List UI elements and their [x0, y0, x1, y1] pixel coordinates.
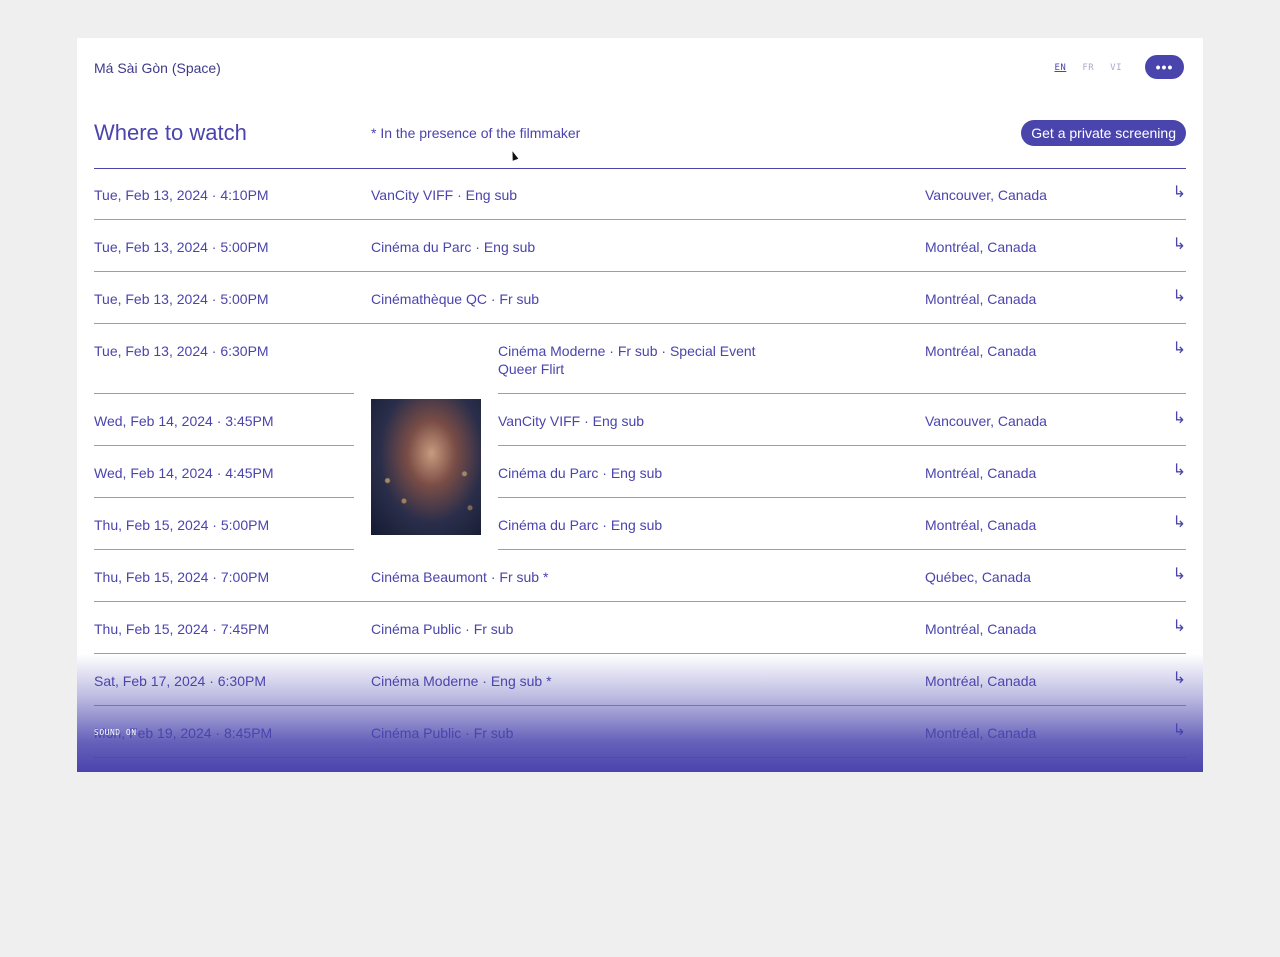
arrow-link-icon[interactable]: ↳: [1173, 670, 1186, 688]
screening-venue-line: Cinéma du Parc · Eng sub: [498, 517, 663, 533]
screening-city: Montréal, Canada: [925, 465, 1037, 481]
screening-venue: Cinéma Moderne · Fr sub · Special Event Q…: [498, 342, 756, 378]
arrow-link-icon[interactable]: ↳: [1173, 340, 1186, 358]
screening-date: Sat, Feb 17, 2024 · 6:30PM: [94, 673, 266, 689]
screening-row[interactable]: Tue, Feb 13, 2024 · 5:00PM Cinéma du Parc…: [94, 220, 1186, 272]
screening-venue-line: VanCity VIFF · Eng sub: [371, 187, 518, 203]
screening-venue: Cinéma Public · Fr sub: [371, 724, 513, 742]
screening-venue: Cinéma du Parc · Eng sub: [498, 516, 662, 534]
screening-venue: VanCity VIFF · Eng sub: [498, 412, 644, 430]
screening-venue: Cinéma du Parc · Eng sub: [498, 464, 662, 482]
screening-venue-line: Cinéma Moderne · Eng sub *: [371, 673, 552, 689]
screening-row[interactable]: Wed, Feb 14, 2024 · 4:45PM Cinéma du Parc…: [94, 446, 1186, 498]
screening-row[interactable]: Thu, Feb 15, 2024 · 7:45PM Cinéma Public …: [94, 602, 1186, 654]
screening-city: Montréal, Canada: [925, 673, 1037, 689]
screening-city: Montréal, Canada: [925, 621, 1037, 637]
screening-date: Tue, Feb 13, 2024 · 5:00PM: [94, 291, 269, 307]
screening-date: Thu, Feb 15, 2024 · 7:00PM: [94, 569, 270, 585]
screening-date: Wed, Feb 14, 2024 · 4:45PM: [94, 465, 274, 481]
screening-venue-line: Queer Flirt: [498, 361, 565, 377]
language-vi[interactable]: VI: [1110, 63, 1122, 73]
screening-city: Montréal, Canada: [925, 239, 1037, 255]
sound-toggle[interactable]: SOUND ON: [94, 728, 137, 737]
screening-venue: Cinéma Moderne · Eng sub *: [371, 672, 552, 690]
screening-venue: VanCity VIFF · Eng sub: [371, 186, 517, 204]
arrow-link-icon[interactable]: ↳: [1173, 514, 1186, 532]
screening-city: Vancouver, Canada: [925, 413, 1047, 429]
screening-venue: Cinéma du Parc · Eng sub: [371, 238, 535, 256]
screening-venue-line: Cinéma Public · Fr sub: [371, 725, 514, 741]
language-en[interactable]: EN: [1054, 63, 1066, 73]
screening-date: Wed, Feb 14, 2024 · 3:45PM: [94, 413, 274, 429]
screening-row[interactable]: Tue, Feb 13, 2024 · 4:10PM VanCity VIFF ·…: [94, 168, 1186, 220]
arrow-link-icon[interactable]: ↳: [1173, 462, 1186, 480]
screening-venue-line: Cinéma Beaumont · Fr sub *: [371, 569, 549, 585]
more-menu-button[interactable]: •••: [1145, 55, 1184, 79]
screening-city: Montréal, Canada: [925, 343, 1037, 359]
screenings-card: Má Sài Gòn (Space) EN FR VI ••• Where to…: [77, 38, 1203, 772]
arrow-link-icon[interactable]: ↳: [1173, 236, 1186, 254]
arrow-link-icon[interactable]: ↳: [1173, 288, 1186, 306]
screening-date: Tue, Feb 13, 2024 · 4:10PM: [94, 187, 269, 203]
arrow-link-icon[interactable]: ↳: [1173, 722, 1186, 740]
film-still-image: [371, 399, 481, 535]
screening-row[interactable]: Sat, Feb 17, 2024 · 6:30PM Cinéma Moderne…: [94, 654, 1186, 706]
screening-row[interactable]: Wed, Feb 14, 2024 · 3:45PM VanCity VIFF ·…: [94, 394, 1186, 446]
arrow-link-icon[interactable]: ↳: [1173, 566, 1186, 584]
section-header: Where to watch * In the presence of the …: [94, 120, 1186, 169]
film-title[interactable]: Má Sài Gòn (Space): [94, 60, 221, 76]
screening-city: Montréal, Canada: [925, 725, 1037, 741]
screening-venue-line: Cinéma Moderne · Fr sub · Special Event: [498, 343, 756, 359]
private-screening-button[interactable]: Get a private screening: [1021, 120, 1186, 146]
arrow-link-icon[interactable]: ↳: [1173, 410, 1186, 428]
screening-city: Vancouver, Canada: [925, 187, 1047, 203]
top-bar: Má Sài Gòn (Space) EN FR VI •••: [94, 38, 1186, 98]
row-divider: [94, 757, 1186, 758]
screening-row[interactable]: Tue, Feb 13, 2024 · 6:30PM Cinéma Moderne…: [94, 324, 1186, 394]
screening-city: Montréal, Canada: [925, 517, 1037, 533]
section-title: Where to watch: [94, 120, 247, 145]
screening-venue-line: Cinéma du Parc · Eng sub: [498, 465, 663, 481]
screening-city: Québec, Canada: [925, 569, 1031, 585]
screening-date: Tue, Feb 13, 2024 · 6:30PM: [94, 343, 269, 359]
screening-venue: Cinéma Beaumont · Fr sub *: [371, 568, 548, 586]
screening-venue-line: Cinémathèque QC · Fr sub: [371, 291, 540, 307]
screening-date: Thu, Feb 15, 2024 · 5:00PM: [94, 517, 270, 533]
language-fr[interactable]: FR: [1082, 63, 1094, 73]
screening-city: Montréal, Canada: [925, 291, 1037, 307]
screening-venue: Cinémathèque QC · Fr sub: [371, 290, 539, 308]
screening-row[interactable]: Tue, Feb 13, 2024 · 5:00PM Cinémathèque Q…: [94, 272, 1186, 324]
screening-row[interactable]: Mon, Feb 19, 2024 · 8:45PM Cinéma Public …: [94, 706, 1186, 758]
arrow-link-icon[interactable]: ↳: [1173, 184, 1186, 202]
screening-date: Tue, Feb 13, 2024 · 5:00PM: [94, 239, 269, 255]
screening-date: Thu, Feb 15, 2024 · 7:45PM: [94, 621, 270, 637]
screening-row[interactable]: Thu, Feb 15, 2024 · 7:00PM Cinéma Beaumon…: [94, 550, 1186, 602]
screening-venue-line: Cinéma Public · Fr sub: [371, 621, 514, 637]
screening-row[interactable]: Thu, Feb 15, 2024 · 5:00PM Cinéma du Parc…: [94, 498, 1186, 550]
screening-venue: Cinéma Public · Fr sub: [371, 620, 513, 638]
language-switcher: EN FR VI: [1054, 63, 1122, 73]
arrow-link-icon[interactable]: ↳: [1173, 618, 1186, 636]
screening-venue-line: VanCity VIFF · Eng sub: [498, 413, 645, 429]
screening-venue-line: Cinéma du Parc · Eng sub: [371, 239, 536, 255]
presence-note: * In the presence of the filmmaker: [371, 125, 581, 141]
